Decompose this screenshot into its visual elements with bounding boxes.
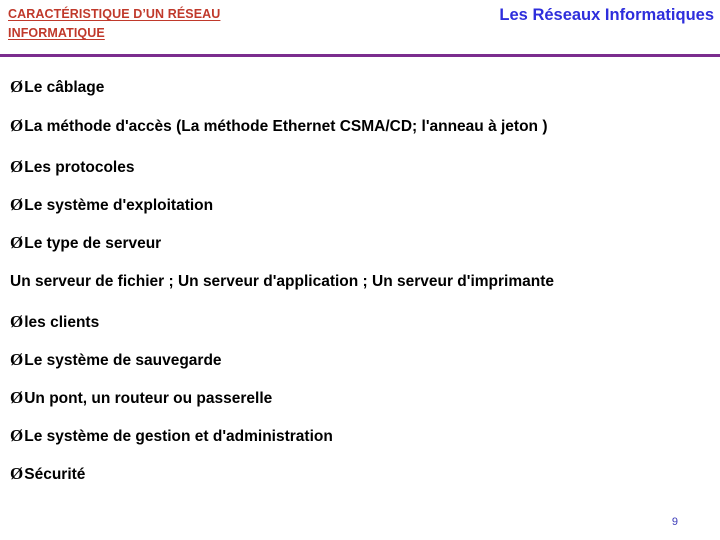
list-item: ØLa méthode d'accès (La méthode Ethernet… bbox=[0, 115, 720, 138]
list-item: ØLes protocoles bbox=[0, 158, 720, 177]
bullet-glyph-icon: Ø bbox=[10, 311, 24, 331]
bullet-glyph-icon: Ø bbox=[10, 194, 24, 214]
list-item: ØUn pont, un routeur ou passerelle bbox=[0, 389, 720, 408]
slide-body: ØLe câblage ØLa méthode d'accès (La méth… bbox=[0, 60, 720, 484]
list-item-label: Un pont, un routeur ou passerelle bbox=[24, 389, 273, 407]
bullet-glyph-icon: Ø bbox=[10, 77, 24, 96]
page-number: 9 bbox=[671, 516, 678, 528]
header-divider bbox=[0, 54, 720, 57]
slide-title-left-line2: INFORMATIQUE bbox=[8, 26, 105, 41]
slide-title-right: Les Réseaux Informatiques bbox=[499, 6, 714, 24]
bullet-glyph-icon: Ø bbox=[10, 116, 24, 135]
list-item: Øles clients bbox=[0, 313, 720, 332]
list-item-label: Le système de gestion et d'administratio… bbox=[24, 427, 333, 445]
list-item-label: Sécurité bbox=[24, 465, 86, 483]
slide: CARACTÉRISTIQUE D’UN RÉSEAU INFORMATIQUE… bbox=[0, 0, 720, 540]
bullet-glyph-icon: Ø bbox=[10, 156, 24, 176]
list-item-label: Le système d'exploitation bbox=[24, 196, 214, 214]
bullet-glyph-icon: Ø bbox=[10, 232, 24, 252]
list-item: ØLe système d'exploitation bbox=[0, 196, 720, 215]
bullet-glyph-icon: Ø bbox=[10, 387, 24, 407]
list-item-label: Le câblage bbox=[24, 79, 105, 96]
list-item: ØLe type de serveur bbox=[0, 234, 720, 253]
bullet-glyph-icon: Ø bbox=[10, 349, 24, 369]
list-item-label: La méthode d'accès (La méthode Ethernet … bbox=[24, 118, 548, 135]
list-item: ØLe câblage bbox=[0, 78, 720, 97]
bullet-glyph-icon: Ø bbox=[10, 425, 24, 445]
list-item: ØLe système de sauvegarde bbox=[0, 351, 720, 370]
slide-title-left: CARACTÉRISTIQUE D’UN RÉSEAU INFORMATIQUE bbox=[8, 5, 338, 44]
list-item-label: Le système de sauvegarde bbox=[24, 351, 222, 369]
list-item-label: Les protocoles bbox=[24, 158, 135, 176]
list-item: ØSécurité bbox=[0, 465, 720, 484]
slide-header: CARACTÉRISTIQUE D’UN RÉSEAU INFORMATIQUE… bbox=[0, 0, 720, 56]
bullet-glyph-icon: Ø bbox=[10, 463, 24, 483]
server-types-paragraph: Un serveur de fichier ; Un serveur d'app… bbox=[10, 272, 554, 290]
list-item-label: les clients bbox=[24, 313, 100, 331]
slide-title-left-line1: CARACTÉRISTIQUE D’UN RÉSEAU bbox=[8, 7, 221, 21]
list-item: ØLe système de gestion et d'administrati… bbox=[0, 427, 720, 446]
list-item-label: Le type de serveur bbox=[24, 234, 162, 252]
